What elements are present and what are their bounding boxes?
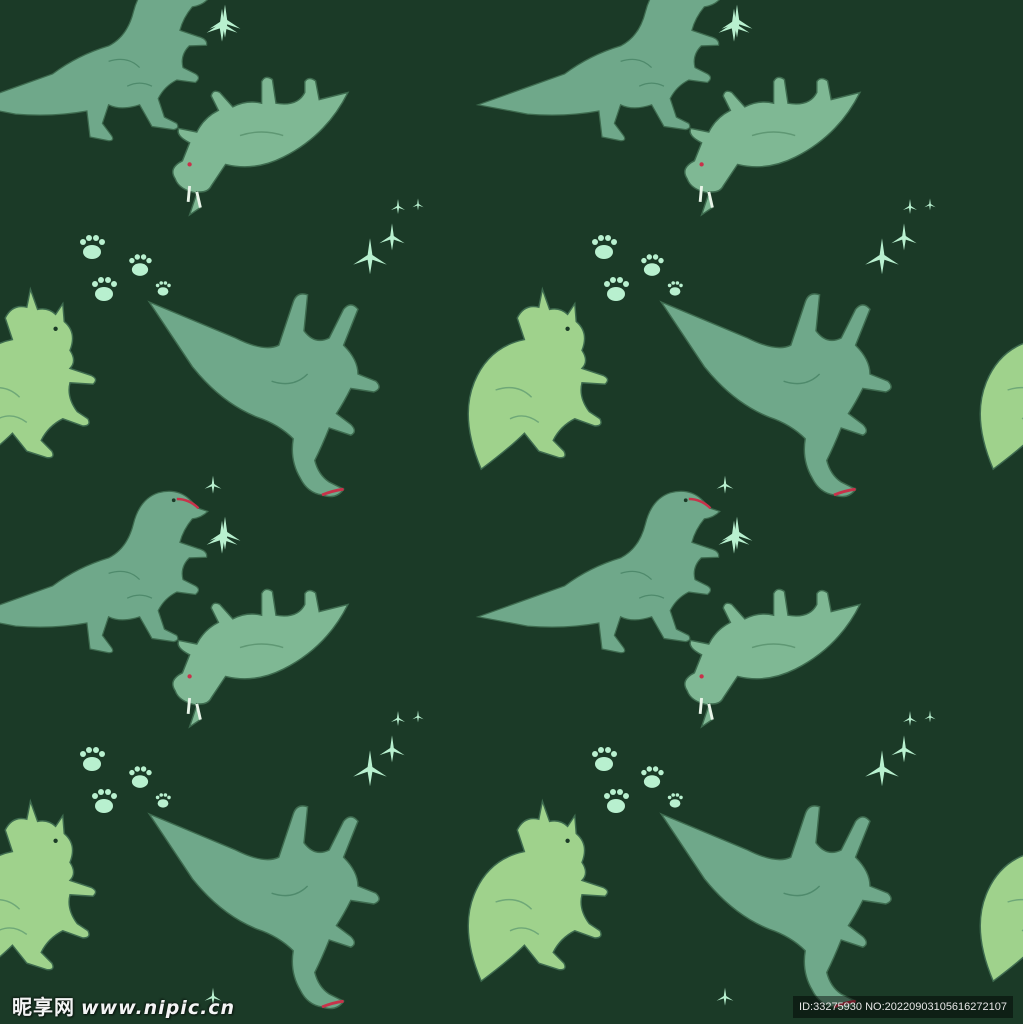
watermark-brand: 昵享网 — [12, 995, 75, 1019]
tile-0-1 — [0, 491, 608, 1024]
watermark-url: www.nipic.cn — [81, 997, 236, 1019]
watermark-id-badge: ID:33275930 NO:20220903105616272107 — [793, 996, 1013, 1018]
dinosaur-pattern-canvas: 昵享网 www.nipic.cn ID:33275930 NO:202209031… — [0, 0, 1023, 1024]
tile-1-0 — [478, 0, 1023, 554]
watermark-logo: 昵享网 www.nipic.cn — [12, 991, 235, 1020]
tile-0-0 — [0, 0, 608, 554]
tile-1-1 — [478, 491, 1023, 1024]
tile-0-m1 — [0, 0, 608, 42]
pattern-tiles — [0, 0, 1023, 1024]
dinosaur-pattern — [0, 0, 1023, 1024]
tile-1-m1 — [478, 0, 1023, 42]
